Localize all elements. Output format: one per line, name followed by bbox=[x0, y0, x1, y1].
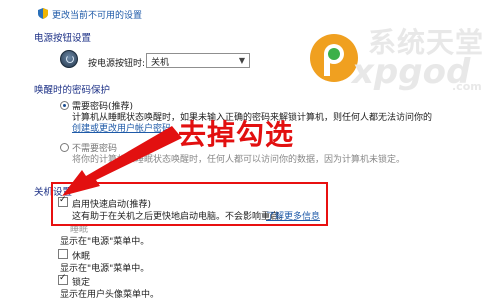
logo-text-com: .com bbox=[452, 80, 482, 93]
annotation-text: 去掉勾选 bbox=[178, 118, 295, 151]
